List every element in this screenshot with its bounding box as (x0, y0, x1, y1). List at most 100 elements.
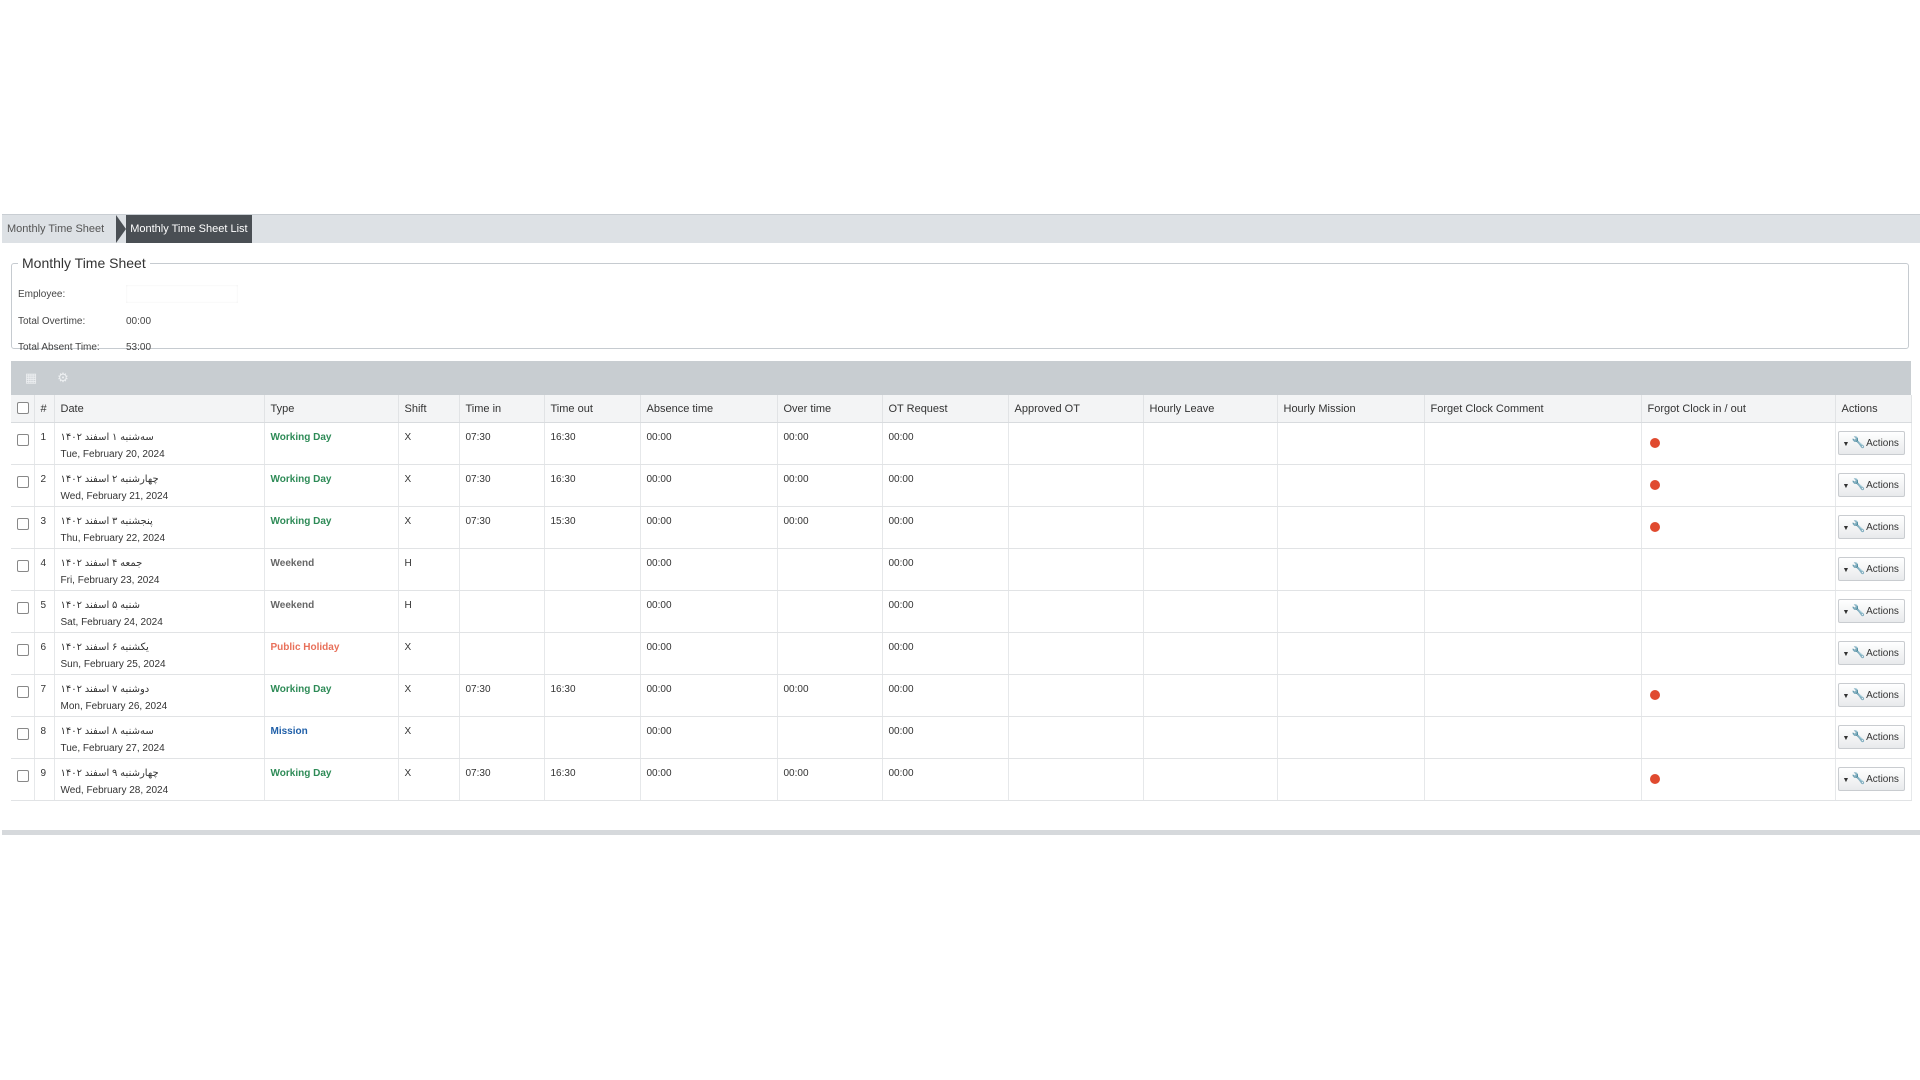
row-checkbox[interactable] (17, 686, 29, 698)
row-checkbox[interactable] (17, 770, 29, 782)
col-over-time[interactable]: Over time (777, 395, 883, 423)
row-checkbox[interactable] (17, 476, 29, 488)
row-checkbox[interactable] (17, 728, 29, 740)
row-actions-button[interactable]: ▼ 🔧Actions (1837, 725, 1905, 749)
row-number: 7 (34, 674, 55, 717)
forgot-clock-cell (1641, 464, 1836, 507)
table-row[interactable]: 5 شنبه ۵ اسفند ۱۴۰۲ Sat, February 24, 2024… (11, 590, 1912, 633)
col-ot-request[interactable]: OT Request (882, 395, 1009, 423)
col-approved-ot[interactable]: Approved OT (1008, 395, 1144, 423)
breadcrumb-monthly-time-sheet-list[interactable]: Monthly Time Sheet List (116, 215, 252, 243)
row-actions-button[interactable]: ▼ 🔧Actions (1837, 641, 1905, 665)
approved-ot-cell (1008, 506, 1144, 549)
row-number: 2 (34, 464, 55, 507)
row-checkbox[interactable] (17, 644, 29, 656)
row-actions-button[interactable]: ▼ 🔧Actions (1837, 599, 1905, 623)
forgot-clock-cell (1641, 632, 1836, 675)
col-absence-time[interactable]: Absence time (640, 395, 778, 423)
row-actions-button[interactable]: ▼ 🔧Actions (1837, 473, 1905, 497)
row-actions-button[interactable]: ▼ 🔧Actions (1837, 557, 1905, 581)
ot-request-cell: 00:00 (882, 716, 1009, 759)
col-date[interactable]: Date (54, 395, 265, 423)
gregorian-date: Thu, February 22, 2024 (60, 533, 166, 544)
timesheet-window: Monthly Time Sheet Monthly Time Sheet Li… (2, 214, 1920, 835)
gregorian-date: Sat, February 24, 2024 (60, 617, 163, 628)
time-out-cell: 16:30 (544, 464, 641, 507)
actions-label: Actions (1866, 648, 1899, 659)
breadcrumb-monthly-time-sheet[interactable]: Monthly Time Sheet (2, 215, 110, 243)
col-time-in[interactable]: Time in (459, 395, 545, 423)
col-forgot-clock[interactable]: Forgot Clock in / out (1641, 395, 1836, 423)
table-row[interactable]: 4 جمعه ۴ اسفند ۱۴۰۲ Fri, February 23, 2024… (11, 548, 1912, 591)
day-type: Working Day (270, 432, 332, 443)
row-number: 1 (34, 422, 55, 465)
table-row[interactable]: 1 سه‌شنبه ۱ اسفند ۱۴۰۲ Tue, February 20, 2… (11, 422, 1912, 465)
type-cell: Public Holiday (264, 632, 399, 675)
breadcrumb: Monthly Time Sheet Monthly Time Sheet Li… (2, 215, 1920, 243)
hourly-leave-cell (1143, 758, 1278, 801)
caret-down-icon: ▼ (1842, 525, 1850, 532)
select-all-checkbox[interactable] (17, 402, 29, 414)
table-row[interactable]: 7 دوشنبه ۷ اسفند ۱۴۰۲ Mon, February 26, 20… (11, 674, 1912, 717)
overtime-cell: 00:00 (777, 758, 883, 801)
day-type: Public Holiday (270, 642, 340, 653)
col-hourly-mission[interactable]: Hourly Mission (1277, 395, 1425, 423)
table-row[interactable]: 3 پنجشنبه ۳ اسفند ۱۴۰۲ Thu, February 22, 2… (11, 506, 1912, 549)
absence-cell: 00:00 (640, 548, 778, 591)
time-out-cell (544, 632, 641, 675)
row-actions-button[interactable]: ▼ 🔧Actions (1837, 431, 1905, 455)
forget-clock-comment-cell (1424, 590, 1642, 633)
row-select-cell (11, 758, 35, 801)
forgot-clock-cell (1641, 422, 1836, 465)
col-type[interactable]: Type (264, 395, 399, 423)
wrench-icon: 🔧 (1851, 605, 1866, 617)
forgot-clock-indicator (1649, 522, 1660, 532)
absence-cell: 00:00 (640, 674, 778, 717)
row-checkbox[interactable] (17, 602, 29, 614)
table-row[interactable]: 8 سه‌شنبه ۸ اسفند ۱۴۰۲ Tue, February 27, 2… (11, 716, 1912, 759)
shift-cell: X (398, 758, 460, 801)
absence-cell: 00:00 (640, 590, 778, 633)
table-row[interactable]: 9 چهارشنبه ۹ اسفند ۱۴۰۲ Wed, February 28, … (11, 758, 1912, 801)
header-row: # Date Type Shift Time in Time out Absen… (11, 395, 1912, 423)
wrench-icon: 🔧 (1851, 773, 1866, 785)
actions-label: Actions (1866, 774, 1899, 785)
employee-label: Employee: (18, 288, 66, 300)
overtime-cell (777, 632, 883, 675)
ot-request-cell: 00:00 (882, 464, 1009, 507)
col-actions: Actions (1835, 395, 1912, 423)
ot-request-cell: 00:00 (882, 758, 1009, 801)
persian-date: سه‌شنبه ۸ اسفند ۱۴۰۲ (60, 726, 154, 737)
time-out-cell: 16:30 (544, 674, 641, 717)
hourly-mission-cell (1277, 506, 1425, 549)
settings-icon[interactable]: ⚙ (55, 371, 71, 385)
type-cell: Mission (264, 716, 399, 759)
col-num[interactable]: # (34, 395, 55, 423)
forgot-clock-cell (1641, 506, 1836, 549)
table-row[interactable]: 6 یکشنبه ۶ اسفند ۱۴۰۲ Sun, February 25, 20… (11, 632, 1912, 675)
row-select-cell (11, 464, 35, 507)
time-out-cell: 16:30 (544, 758, 641, 801)
date-cell: سه‌شنبه ۸ اسفند ۱۴۰۲ Tue, February 27, 20… (54, 716, 265, 759)
col-shift[interactable]: Shift (398, 395, 460, 423)
time-out-cell (544, 716, 641, 759)
col-forget-clock-comment[interactable]: Forget Clock Comment (1424, 395, 1642, 423)
actions-label: Actions (1866, 606, 1899, 617)
forget-clock-comment-cell (1424, 506, 1642, 549)
row-actions-button[interactable]: ▼ 🔧Actions (1837, 515, 1905, 539)
col-time-out[interactable]: Time out (544, 395, 641, 423)
absence-cell: 00:00 (640, 632, 778, 675)
shift-cell: X (398, 716, 460, 759)
overtime-row: Total Overtime: 00:00 (18, 316, 151, 327)
row-checkbox[interactable] (17, 434, 29, 446)
forget-clock-comment-cell (1424, 758, 1642, 801)
row-actions-button[interactable]: ▼ 🔧Actions (1837, 683, 1905, 707)
row-checkbox[interactable] (17, 560, 29, 572)
time-in-cell (459, 548, 545, 591)
export-icon[interactable]: ▦ (23, 371, 39, 385)
col-hourly-leave[interactable]: Hourly Leave (1143, 395, 1278, 423)
horizontal-scrollbar[interactable] (2, 830, 1920, 835)
row-actions-button[interactable]: ▼ 🔧Actions (1837, 767, 1905, 791)
table-row[interactable]: 2 چهارشنبه ۲ اسفند ۱۴۰۲ Wed, February 21, … (11, 464, 1912, 507)
row-checkbox[interactable] (17, 518, 29, 530)
